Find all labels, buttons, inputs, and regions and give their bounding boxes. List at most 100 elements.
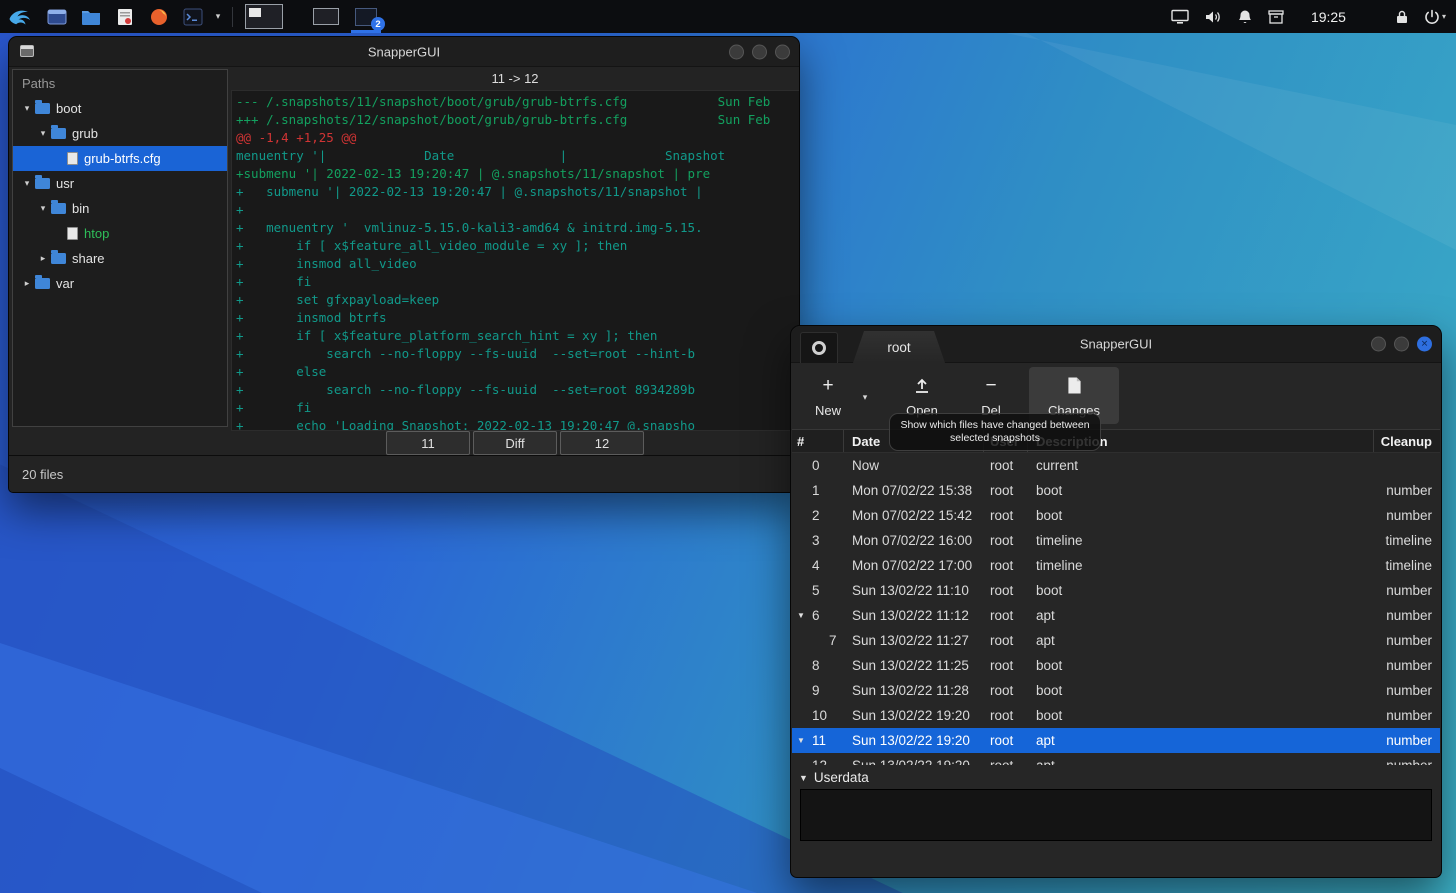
display-icon[interactable] [1171,9,1189,25]
panel-right-group: 19:25 ▾ [1171,0,1456,33]
taskbar-window-thumbnail-1[interactable] [245,4,283,29]
diff-text[interactable]: --- /.snapshots/11/snapshot/boot/grub/gr… [231,90,799,431]
close-button[interactable] [775,44,790,59]
table-row-snapshot-9[interactable]: 9Sun 13/02/22 11:28rootbootnumber [792,678,1440,703]
snapshot-user: root [984,578,1028,603]
table-row-snapshot-10[interactable]: 10Sun 13/02/22 19:20rootbootnumber [792,703,1440,728]
taskbar-window-thumbnail-2[interactable] [313,8,339,25]
volume-icon[interactable] [1204,9,1222,25]
chevron-down-icon[interactable]: ▾ [35,203,51,214]
main-window-titlebar[interactable]: root SnapperGUI ✕ [791,326,1441,363]
snapshot-cleanup [1374,453,1440,478]
new-dropdown-arrow[interactable]: ▾ [853,387,877,407]
close-button[interactable]: ✕ [1417,337,1432,352]
table-row-snapshot-2[interactable]: 2Mon 07/02/22 15:42rootbootnumber [792,503,1440,528]
diff-line: + insmod all_video [236,255,799,273]
tab-root-label: root [887,340,910,355]
snapshot-number: 7 [812,633,837,648]
table-row-snapshot-4[interactable]: 4Mon 07/02/22 17:00roottimelinetimeline [792,553,1440,578]
minimize-button[interactable] [729,44,744,59]
chevron-down-icon[interactable]: ▾ [35,128,51,139]
userdata-expander[interactable]: ▼ Userdata [799,770,869,785]
panel-left-group: ▾ 2 [0,0,383,33]
diff-line: + search --no-floppy --fs-uuid --set=roo… [236,381,799,399]
expander-icon[interactable]: ▼ [797,611,812,620]
kali-menu-icon[interactable] [0,0,40,33]
snapshot-number: 12 [812,758,827,765]
userdata-panel[interactable] [800,789,1432,841]
table-row-snapshot-7[interactable]: 7Sun 13/02/22 11:27rootaptnumber [792,628,1440,653]
maximize-button[interactable] [752,44,767,59]
minimize-button[interactable] [1371,337,1386,352]
folder-icon [51,203,66,214]
diff-line: @@ -1,4 +1,25 @@ [236,129,799,147]
terminal-icon[interactable] [176,0,210,33]
diff-button[interactable]: Diff [473,431,557,455]
close-icon: ✕ [1421,339,1429,350]
snapshot-right-button[interactable]: 12 [560,431,644,455]
power-icon[interactable]: ▾ [1424,9,1446,25]
column-header-number[interactable]: # [792,430,844,452]
tree-item-usr[interactable]: ▾usr [13,171,227,196]
chevron-down-icon[interactable]: ▾ [19,103,35,114]
new-snapshot-button[interactable]: + New [805,367,851,424]
table-row-snapshot-5[interactable]: 5Sun 13/02/22 11:10rootbootnumber [792,578,1440,603]
snapshot-date: Mon 07/02/22 16:00 [844,528,984,553]
notifications-bell-icon[interactable] [1237,9,1253,25]
document-icon [1067,374,1082,397]
column-header-cleanup[interactable]: Cleanup [1374,430,1440,452]
table-row-snapshot-6[interactable]: ▼6Sun 13/02/22 11:12rootaptnumber [792,603,1440,628]
tree-item-boot[interactable]: ▾ boot [13,96,227,121]
tree-item-label: grub-btrfs.cfg [84,151,161,166]
lock-icon[interactable] [1395,9,1409,25]
tree-item-var[interactable]: ▸var [13,271,227,296]
new-button-label: New [815,403,841,418]
taskbar-group-button[interactable]: 2 [349,0,383,33]
tree-item-grub-btrfs.cfg[interactable]: grub-btrfs.cfg [13,146,227,171]
snapshot-number-cell: 1 [792,478,844,503]
package-updates-icon[interactable] [1268,9,1284,25]
snapshot-cleanup: number [1374,503,1440,528]
app-icon[interactable] [800,332,838,363]
table-row-snapshot-3[interactable]: 3Mon 07/02/22 16:00roottimelinetimeline [792,528,1440,553]
chevron-down-icon[interactable]: ▾ [19,178,35,189]
chevron-right-icon[interactable]: ▸ [35,253,51,264]
chevron-down-icon: ▾ [863,392,868,403]
snapshot-date: Now [844,453,984,478]
maximize-button[interactable] [1394,337,1409,352]
table-row-snapshot-11[interactable]: ▼11Sun 13/02/22 19:20rootaptnumber [792,728,1440,753]
diff-line: + [236,201,799,219]
snapshot-number-cell: 2 [792,503,844,528]
snapshot-number-cell: 7 [792,628,844,653]
diff-window-titlebar[interactable]: SnapperGUI [9,37,799,67]
snapshot-user: root [984,628,1028,653]
tree-item-share[interactable]: ▸share [13,246,227,271]
firefox-icon[interactable] [142,0,176,33]
snapshot-table-body[interactable]: 0Nowrootcurrent1Mon 07/02/22 15:38rootbo… [792,453,1440,765]
expander-icon[interactable]: ▼ [797,736,812,745]
table-row-snapshot-1[interactable]: 1Mon 07/02/22 15:38rootbootnumber [792,478,1440,503]
file-manager-icon[interactable] [74,0,108,33]
snapshot-left-button[interactable]: 11 [386,431,470,455]
chevron-down-icon[interactable]: ▾ [210,11,226,22]
tree-item-bin[interactable]: ▾bin [13,196,227,221]
tree-item-htop[interactable]: htop [13,221,227,246]
tree-item-grub[interactable]: ▾grub [13,121,227,146]
folder-icon [51,128,66,139]
chevron-right-icon[interactable]: ▸ [19,278,35,289]
main-window-title: SnapperGUI [1080,337,1152,352]
tab-root[interactable]: root [853,331,945,363]
snapshot-cleanup: timeline [1374,553,1440,578]
table-row-snapshot-0[interactable]: 0Nowrootcurrent [792,453,1440,478]
snapshot-number-cell: 12 [792,753,844,765]
window-manager-icon[interactable] [40,0,74,33]
text-editor-icon[interactable] [108,0,142,33]
diff-line: + submenu '| 2022-02-13 19:20:47 | @.sna… [236,183,799,201]
tree-item-label: boot [56,101,81,116]
snapshot-cleanup: timeline [1374,528,1440,553]
diff-line: + else [236,363,799,381]
table-row-snapshot-12[interactable]: 12Sun 13/02/22 19:20rootaptnumber [792,753,1440,765]
clock[interactable]: 19:25 [1311,9,1346,25]
snapshot-number-cell: 3 [792,528,844,553]
table-row-snapshot-8[interactable]: 8Sun 13/02/22 11:25rootbootnumber [792,653,1440,678]
